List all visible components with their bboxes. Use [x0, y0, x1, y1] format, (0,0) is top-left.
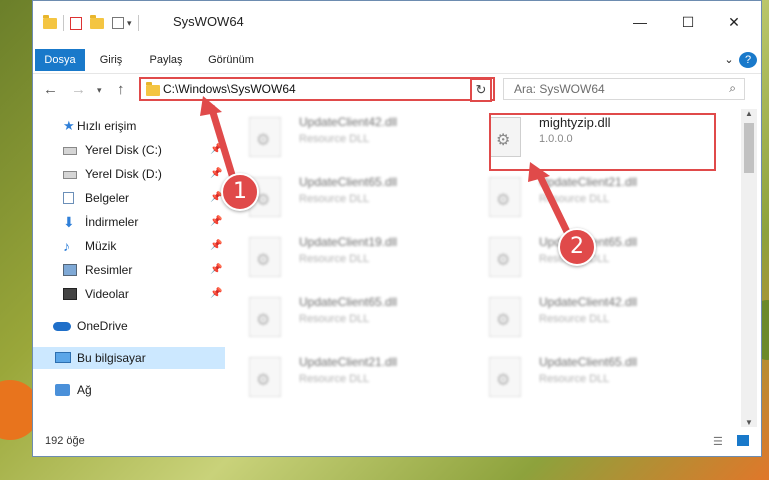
arrow-2	[534, 170, 575, 242]
annotation-layer	[200, 96, 575, 242]
arrow-2-head	[528, 162, 550, 182]
step-badge-1: 1	[221, 173, 259, 211]
arrow-1-head	[200, 96, 222, 116]
step-badge-2: 2	[558, 228, 596, 266]
